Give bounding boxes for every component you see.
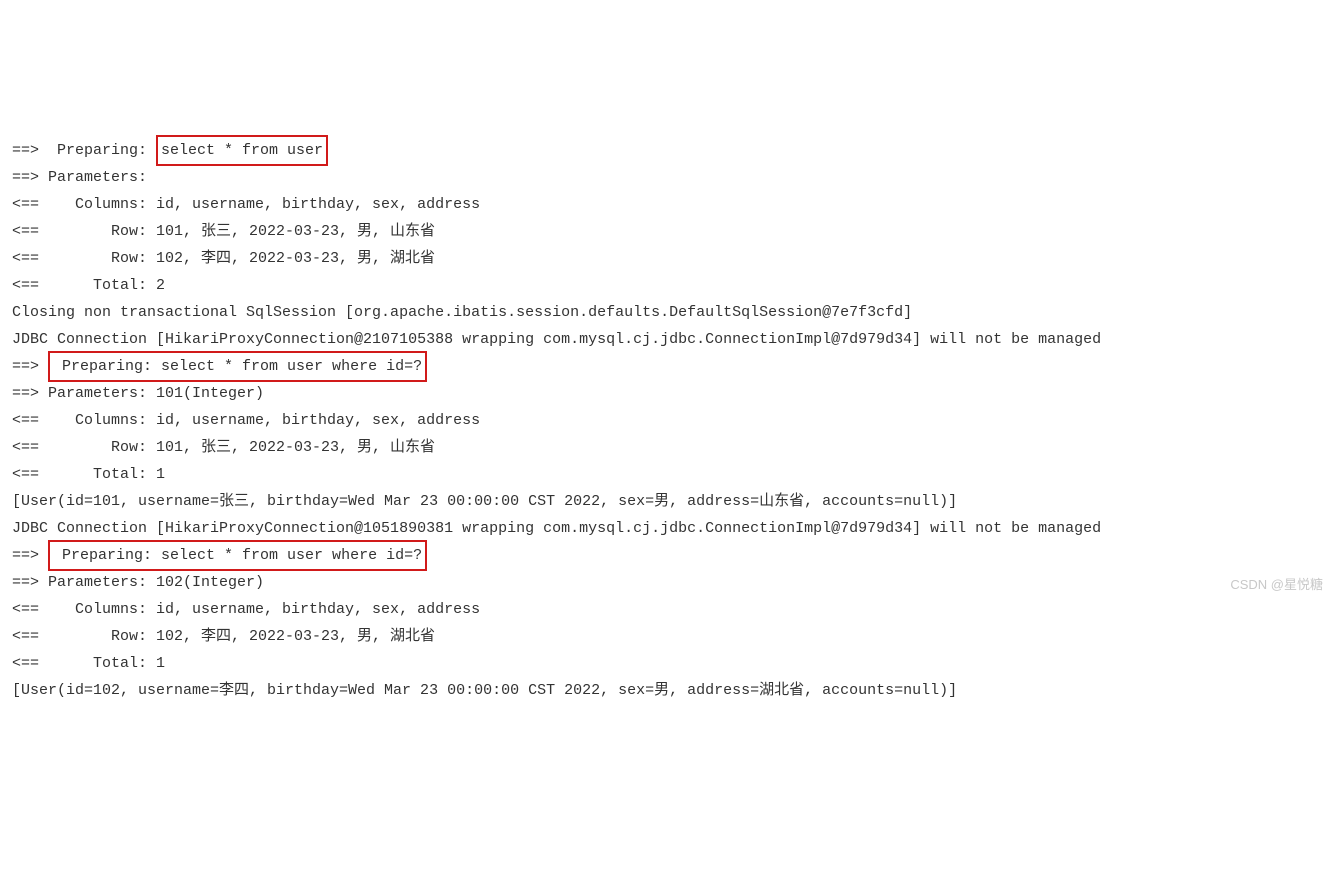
log-line: <== Total: 1: [12, 655, 165, 672]
watermark: CSDN @星悦糖: [1230, 573, 1323, 596]
log-line: ==> Parameters:: [12, 169, 147, 186]
log-line: ==>: [12, 358, 48, 375]
log-line: [User(id=101, username=张三, birthday=Wed …: [12, 493, 957, 510]
log-line: <== Row: 102, 李四, 2022-03-23, 男, 湖北省: [12, 250, 435, 267]
log-line: JDBC Connection [HikariProxyConnection@2…: [12, 331, 1101, 348]
sql-highlight: Preparing: select * from user where id=?: [48, 351, 427, 382]
log-line: <== Total: 1: [12, 466, 165, 483]
console-log: ==> Preparing: select * from user ==> Pa…: [0, 108, 1341, 706]
log-line: <== Row: 101, 张三, 2022-03-23, 男, 山东省: [12, 439, 435, 456]
sql-highlight: select * from user: [156, 135, 328, 166]
log-line: <== Columns: id, username, birthday, sex…: [12, 412, 480, 429]
log-line: [User(id=102, username=李四, birthday=Wed …: [12, 682, 957, 699]
log-line: <== Columns: id, username, birthday, sex…: [12, 196, 480, 213]
log-line: ==> Preparing:: [12, 142, 156, 159]
sql-highlight: Preparing: select * from user where id=?: [48, 540, 427, 571]
log-line: ==> Parameters: 101(Integer): [12, 385, 264, 402]
log-line: JDBC Connection [HikariProxyConnection@1…: [12, 520, 1101, 537]
log-line: ==> Parameters: 102(Integer): [12, 574, 264, 591]
log-line: ==>: [12, 547, 48, 564]
log-line: <== Row: 102, 李四, 2022-03-23, 男, 湖北省: [12, 628, 435, 645]
log-line: <== Row: 101, 张三, 2022-03-23, 男, 山东省: [12, 223, 435, 240]
log-line: Closing non transactional SqlSession [or…: [12, 304, 912, 321]
log-line: <== Total: 2: [12, 277, 165, 294]
